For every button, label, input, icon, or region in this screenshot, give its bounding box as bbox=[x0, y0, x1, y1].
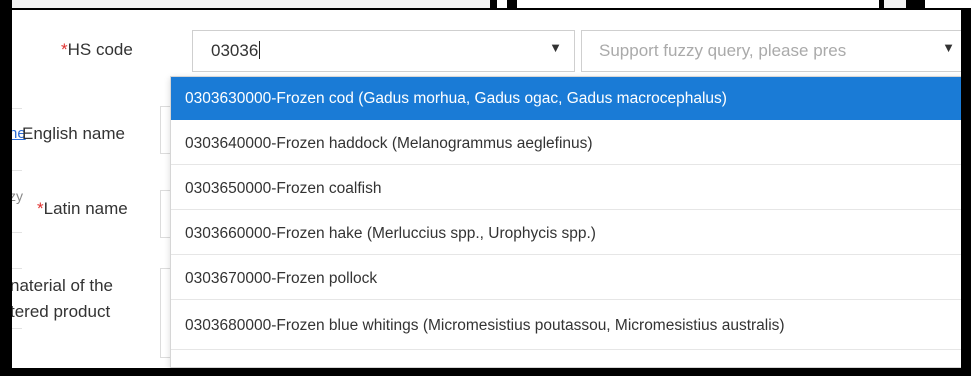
text-cursor bbox=[259, 41, 261, 59]
dropdown-option[interactable]: 0303650000-Frozen coalfish bbox=[171, 167, 961, 210]
hs-code-input[interactable]: 03036 ▼ bbox=[192, 30, 575, 72]
fuzzy-query-select[interactable]: Support fuzzy query, please pres ▼ bbox=[581, 30, 961, 72]
material-label-line1: naterial of the bbox=[12, 276, 114, 295]
dropdown-option[interactable]: 0303680000-Frozen blue whitings (Microme… bbox=[171, 302, 961, 350]
required-mark: * bbox=[37, 199, 44, 218]
dropdown-option[interactable]: 0303660000-Frozen hake (Merluccius spp.,… bbox=[171, 212, 961, 255]
screenshot-border bbox=[0, 0, 12, 376]
required-mark: * bbox=[61, 40, 68, 59]
dropdown-option[interactable]: 0303670000-Frozen pollock bbox=[171, 257, 961, 300]
latin-name-label: *Latin name bbox=[37, 199, 128, 218]
caret-down-icon[interactable]: ▼ bbox=[942, 40, 955, 55]
form-panel: he zy *HS code 03036 ▼ Support fuzzy que… bbox=[12, 10, 961, 368]
background-window-strip bbox=[0, 0, 971, 10]
english-name-label: English name bbox=[22, 124, 126, 143]
truncated-text: zy bbox=[12, 188, 23, 204]
hs-code-value: 03036 bbox=[211, 41, 259, 60]
dropdown-option[interactable]: 0303630000-Frozen cod (Gadus morhua, Gad… bbox=[171, 77, 961, 120]
caret-down-icon[interactable]: ▼ bbox=[549, 40, 562, 55]
material-label-line2: tered product bbox=[12, 302, 111, 321]
dropdown-option[interactable]: 0303640000-Frozen haddock (Melanogrammus… bbox=[171, 122, 961, 165]
hs-code-label: *HS code bbox=[61, 40, 133, 59]
hs-code-dropdown: 0303630000-Frozen cod (Gadus morhua, Gad… bbox=[170, 76, 961, 368]
fuzzy-query-placeholder: Support fuzzy query, please pres bbox=[599, 41, 847, 60]
